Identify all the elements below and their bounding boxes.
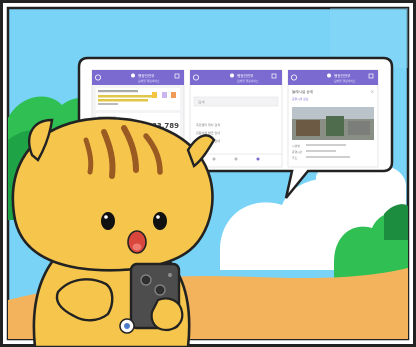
info-label: 운영시간 [292, 150, 303, 154]
search-value: 검색 [198, 100, 205, 105]
screen-header [190, 70, 282, 85]
map-tab-icon[interactable] [256, 157, 260, 161]
illustration-scene: 행정안전부 모바일 행정서비스 83,789 행정안전부 모바일 행정서비스 검… [0, 0, 416, 347]
right-eye [153, 212, 167, 230]
government-logo-icon [327, 73, 331, 78]
screen-subtitle: 모바일 행정서비스 [138, 79, 160, 83]
highlight-line [98, 95, 154, 98]
screen-subtitle: 모바일 행정서비스 [334, 79, 356, 83]
screen-title: 행정안전부 [334, 73, 351, 78]
eye-highlight [104, 215, 108, 219]
detail-title: 둘레시설 상세 [292, 89, 313, 94]
government-logo-icon [230, 73, 234, 78]
bell-icon[interactable] [171, 92, 176, 98]
info-label: 시설명 [292, 144, 300, 148]
info-value [306, 150, 336, 152]
photo-tree [326, 116, 344, 136]
close-icon[interactable]: × [371, 89, 374, 94]
info-value [306, 144, 346, 146]
notice-line [98, 103, 118, 105]
search-input[interactable] [193, 96, 279, 107]
info-label: 주소 [292, 156, 298, 160]
photo-path [348, 121, 370, 135]
left-eye [101, 212, 115, 230]
highlight-line [98, 99, 148, 102]
photo-bench [296, 120, 320, 136]
search-tab-icon[interactable] [234, 157, 238, 161]
detail-subtitle: 공원시설 정보 [292, 97, 309, 101]
screen-title: 행정안전부 [237, 73, 254, 78]
squirrel-character [11, 116, 216, 347]
bookmark-icon[interactable] [162, 92, 167, 98]
list-item[interactable]: 주민센터 위치 검색 [196, 122, 220, 127]
screen-header [288, 70, 378, 85]
camera-lens-icon [154, 284, 166, 296]
camera-lens-icon [140, 274, 152, 286]
info-value [306, 156, 350, 158]
star-icon[interactable] [152, 92, 157, 98]
government-logo-icon [131, 73, 135, 78]
app-screen-3: 행정안전부 모바일 행정서비스 둘레시설 상세 공원시설 정보 × 시설명 운영… [287, 69, 379, 168]
home-tab-icon[interactable] [212, 157, 216, 161]
screen-subtitle: 모바일 행정서비스 [237, 79, 259, 83]
notice-line [98, 90, 138, 93]
hand [150, 297, 184, 332]
list-item[interactable]: 민원서류 발급 안내 [196, 130, 220, 135]
flash-icon [168, 273, 172, 277]
badge-center [124, 323, 130, 329]
tongue [132, 243, 142, 251]
eye-highlight [156, 215, 160, 219]
screen-title: 행정안전부 [138, 73, 155, 78]
